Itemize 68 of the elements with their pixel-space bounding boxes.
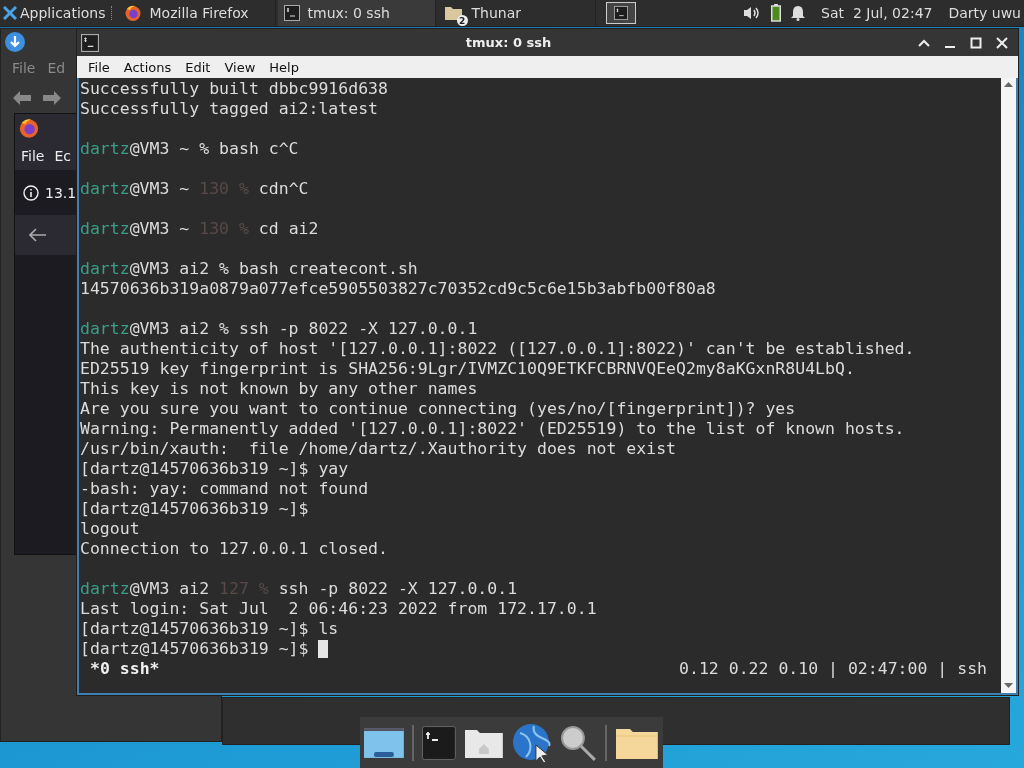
- close-button[interactable]: [996, 36, 1008, 49]
- taskbar-button[interactable]: tmux: 0 ssh: [277, 0, 436, 26]
- terminal-line: -bash: yay: command not found: [80, 479, 369, 499]
- maximize-button[interactable]: [970, 36, 982, 49]
- terminal-line: [dartz@14570636b319 ~]$ ls: [80, 619, 339, 639]
- volume-icon[interactable]: [743, 5, 762, 21]
- taskbar-button[interactable]: 2 Thunar: [437, 0, 596, 26]
- taskbar-button[interactable]: Mozilla Firefox: [117, 0, 276, 26]
- window-title: tmux: 0 ssh: [464, 35, 553, 50]
- menu-item[interactable]: Edit: [178, 59, 218, 75]
- terminal-line: dartz@VM3 ai2 % bash createcont.sh: [80, 259, 418, 279]
- back-arrow-icon[interactable]: [12, 90, 32, 106]
- dock-separator: [411, 724, 414, 761]
- menu-item[interactable]: Ec: [54, 148, 71, 164]
- window-count-badge: 2: [456, 15, 468, 26]
- terminal-icon: [81, 33, 99, 52]
- tmux-window-label: *0 ssh*: [89, 659, 160, 679]
- browser-icon: [123, 4, 142, 22]
- shade-button[interactable]: [918, 37, 930, 48]
- terminal-line: Are you sure you want to continue connecting (yes/no/[fingerprint])? yes: [80, 399, 796, 419]
- menu-item[interactable]: Ed: [47, 60, 66, 76]
- terminal-icon: [283, 5, 300, 21]
- dock-separator: [605, 724, 608, 761]
- terminal-line: /usr/bin/xauth: file /home/dartz/.Xauthority does not exist: [80, 439, 677, 459]
- terminal-line: Successfully tagged ai2:latest: [80, 99, 378, 119]
- user-name[interactable]: Darty uwu: [948, 5, 1021, 21]
- terminal-icon[interactable]: [421, 725, 456, 760]
- address-text[interactable]: 13.1: [45, 184, 77, 201]
- forward-arrow-icon[interactable]: [42, 90, 62, 106]
- terminal-line: Connection to 127.0.0.1 closed.: [80, 539, 388, 559]
- terminal-line: 14570636b319a0879a077efce5905503827c70352cd9c5c6e15b3abfb00f80a8: [80, 279, 716, 299]
- clock[interactable]: Sat 2 Jul, 02:47: [815, 5, 939, 21]
- globe-icon[interactable]: [511, 722, 552, 763]
- download-icon[interactable]: [4, 31, 26, 53]
- terminal-line: [dartz@14570636b319 ~]$ yay: [80, 459, 349, 479]
- menu-item[interactable]: View: [217, 59, 263, 75]
- terminal-line: logout: [80, 519, 140, 539]
- scrollbar[interactable]: [1001, 78, 1016, 693]
- terminal-line: The authenticity of host '[127.0.0.1]:8022 ([127.0.0.1]:8022)' can't be established.: [80, 339, 915, 359]
- terminal-line: ED25519 key fingerprint is SHA256:9Lgr/IVMZC10Q9ETKFCBRNVQEeQ2my8aKGxnR8U4LbQ.: [80, 359, 855, 379]
- tmux-status-text: 0.12 0.22 0.10 | 02:47:00 | ssh: [679, 659, 988, 679]
- terminal-line: Last login: Sat Jul 2 06:46:23 2022 from 172.17.0.1: [80, 599, 597, 619]
- menu-item[interactable]: Help: [262, 59, 306, 75]
- menu-item[interactable]: File: [21, 148, 45, 164]
- terminal-line: This key is not known by any other names: [80, 379, 478, 399]
- x-logo-icon: [3, 6, 17, 20]
- bell-icon[interactable]: [791, 5, 806, 21]
- terminal-line: dartz@VM3 ai2 % ssh -p 8022 -X 127.0.0.1: [80, 319, 478, 339]
- desktop-icon[interactable]: [364, 726, 404, 759]
- folder-icon: [443, 4, 464, 22]
- search-icon[interactable]: [559, 723, 598, 762]
- workspace-pager[interactable]: [605, 2, 636, 24]
- terminal-icon: [613, 6, 628, 20]
- terminal-line: Successfully built dbbc9916d638: [80, 79, 388, 99]
- browser-icon: [18, 117, 40, 139]
- terminal-line: [dartz@14570636b319 ~]$: [80, 499, 309, 519]
- terminal-line: [dartz@14570636b319 ~]$: [80, 639, 309, 659]
- menu-item[interactable]: File: [81, 59, 117, 75]
- terminal-line: Warning: Permanently added '[127.0.0.1]:8022' (ED25519) to the list of known hosts.: [80, 419, 905, 439]
- battery-icon[interactable]: [771, 4, 782, 22]
- info-icon[interactable]: [23, 184, 39, 201]
- applications-menu-button[interactable]: Applications: [0, 0, 109, 26]
- menu-item[interactable]: File: [12, 60, 36, 76]
- menu-item[interactable]: Actions: [116, 59, 179, 75]
- terminal-line: dartz@VM3 ~ % bash c^C: [80, 139, 299, 159]
- back-arrow-icon[interactable]: [29, 228, 47, 242]
- scroll-up-icon[interactable]: [1004, 81, 1013, 87]
- scroll-down-icon[interactable]: [1004, 683, 1013, 689]
